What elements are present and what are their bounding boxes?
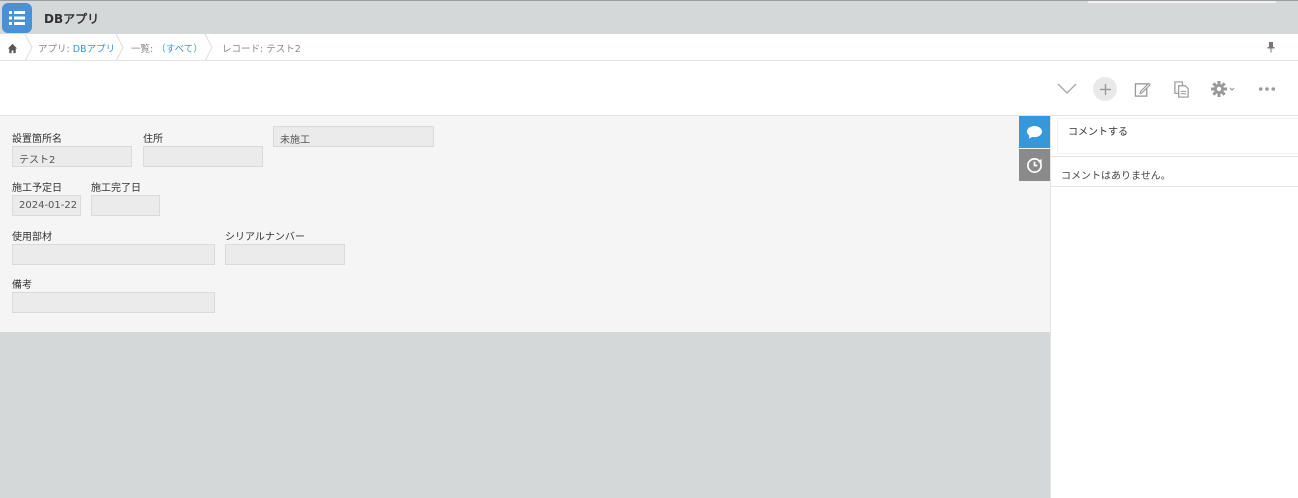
comment-bubble-icon: [1027, 125, 1042, 139]
breadcrumb-app-prefix: アプリ:: [38, 44, 73, 55]
home-icon[interactable]: [4, 40, 20, 56]
material-label: 使用部材: [12, 232, 52, 243]
edit-icon[interactable]: [1130, 77, 1154, 101]
comments-tab[interactable]: [1019, 116, 1050, 148]
address-label: 住所: [143, 134, 163, 145]
breadcrumb-separator: [204, 33, 214, 62]
comment-input[interactable]: コメントする: [1057, 118, 1298, 154]
header-divider: [1088, 1, 1276, 3]
app-title[interactable]: DBアプリ: [44, 10, 99, 27]
planned-date-label: 施工予定日: [12, 183, 62, 194]
notes-label: 備考: [12, 280, 32, 291]
breadcrumb-list[interactable]: 一覧: （すべて）: [131, 41, 203, 55]
record-detail: 設置箇所名 テスト2 住所 未施工 施工予定日 2024-01-22 施工完了日…: [0, 116, 1050, 332]
serial-field: [225, 244, 345, 265]
breadcrumb: アプリ: DBアプリ 一覧: （すべて） レコード: テスト2: [0, 33, 1298, 62]
pin-icon[interactable]: [1264, 40, 1278, 54]
completed-date-label: 施工完了日: [91, 183, 141, 194]
breadcrumb-app-link[interactable]: DBアプリ: [73, 44, 115, 55]
comment-panel: コメントする コメントはありません。: [1050, 116, 1298, 498]
gear-icon[interactable]: [1207, 77, 1239, 101]
breadcrumb-list-prefix: 一覧:: [131, 44, 157, 55]
record-toolbar: [0, 61, 1298, 116]
comment-empty-message: コメントはありません。: [1051, 157, 1298, 187]
material-field: [12, 244, 215, 265]
app-header: DBアプリ: [0, 0, 1298, 34]
breadcrumb-record: レコード: テスト2: [222, 44, 301, 55]
copy-icon[interactable]: [1169, 77, 1193, 101]
history-tab[interactable]: [1019, 149, 1050, 181]
location-field: テスト2: [12, 146, 132, 167]
breadcrumb-separator: [115, 33, 125, 62]
plus-icon[interactable]: [1093, 77, 1117, 101]
serial-label: シリアルナンバー: [225, 232, 305, 243]
location-label: 設置箇所名: [12, 134, 62, 145]
completed-date-field: [91, 195, 160, 216]
breadcrumb-separator: [24, 33, 34, 62]
planned-date-field: 2024-01-22: [12, 195, 81, 216]
status-field: 未施工: [273, 126, 434, 147]
chevron-down-icon[interactable]: [1055, 77, 1079, 101]
breadcrumb-list-link[interactable]: （すべて）: [156, 44, 202, 55]
address-field: [143, 146, 263, 167]
app-list-icon[interactable]: [2, 3, 32, 33]
history-icon: [1027, 157, 1042, 173]
more-icon[interactable]: [1255, 77, 1279, 101]
breadcrumb-app[interactable]: アプリ: DBアプリ: [38, 41, 115, 55]
notes-field: [12, 292, 215, 313]
